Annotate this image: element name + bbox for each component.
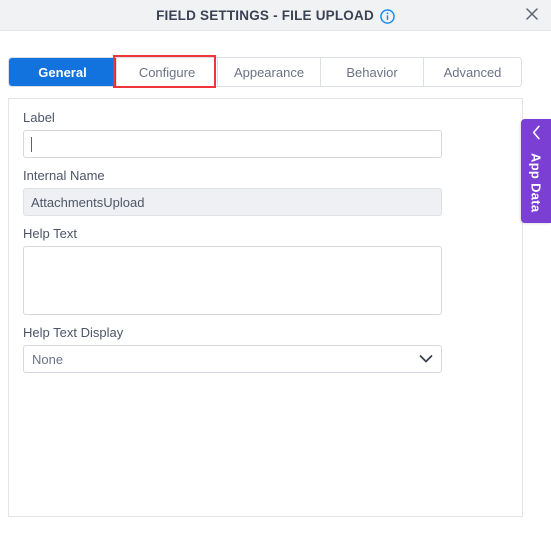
- settings-tab-bar: General Configure Appearance Behavior Ad…: [8, 57, 522, 87]
- tab-configure[interactable]: Configure: [117, 58, 218, 86]
- field-group-help-text: Help Text: [23, 226, 443, 315]
- general-settings-panel: Label Internal Name AttachmentsUpload He…: [8, 98, 523, 517]
- page-title: FIELD SETTINGS - FILE UPLOAD: [156, 8, 374, 23]
- help-text-display-field-label: Help Text Display: [23, 325, 124, 340]
- app-data-side-tab[interactable]: App Data: [521, 119, 551, 223]
- label-input[interactable]: [23, 130, 442, 158]
- general-settings-form: Label Internal Name AttachmentsUpload He…: [23, 110, 443, 383]
- field-group-label: Label: [23, 110, 443, 158]
- tab-advanced[interactable]: Advanced: [424, 58, 521, 86]
- label-field-label: Label: [23, 110, 55, 125]
- info-circle-icon[interactable]: [380, 9, 395, 24]
- text-caret: [31, 136, 32, 152]
- close-icon: [525, 7, 539, 26]
- tab-appearance[interactable]: Appearance: [218, 58, 321, 86]
- internal-name-input: AttachmentsUpload: [23, 188, 442, 216]
- tab-label: General: [38, 64, 87, 80]
- close-button[interactable]: [522, 6, 542, 26]
- internal-name-input-value: AttachmentsUpload: [31, 194, 145, 210]
- chevron-down-icon: [419, 355, 433, 364]
- field-group-internal-name: Internal Name AttachmentsUpload: [23, 168, 443, 216]
- chevron-left-icon: [521, 125, 551, 140]
- help-text-display-value: None: [32, 351, 64, 367]
- help-text-field-label: Help Text: [23, 226, 77, 241]
- dialog-title-bar: FIELD SETTINGS - FILE UPLOAD: [0, 0, 551, 31]
- tab-behavior[interactable]: Behavior: [321, 58, 424, 86]
- internal-name-field-label: Internal Name: [23, 168, 105, 183]
- field-group-help-text-display: Help Text Display None: [23, 325, 443, 373]
- tab-general[interactable]: General: [9, 58, 117, 86]
- tab-label: Advanced: [443, 64, 502, 80]
- tab-label: Appearance: [233, 64, 305, 80]
- help-text-textarea[interactable]: [23, 246, 442, 315]
- tab-label: Configure: [138, 64, 196, 80]
- app-data-label: App Data: [528, 153, 544, 213]
- tab-label: Behavior: [346, 64, 398, 80]
- help-text-display-select[interactable]: None: [23, 345, 442, 373]
